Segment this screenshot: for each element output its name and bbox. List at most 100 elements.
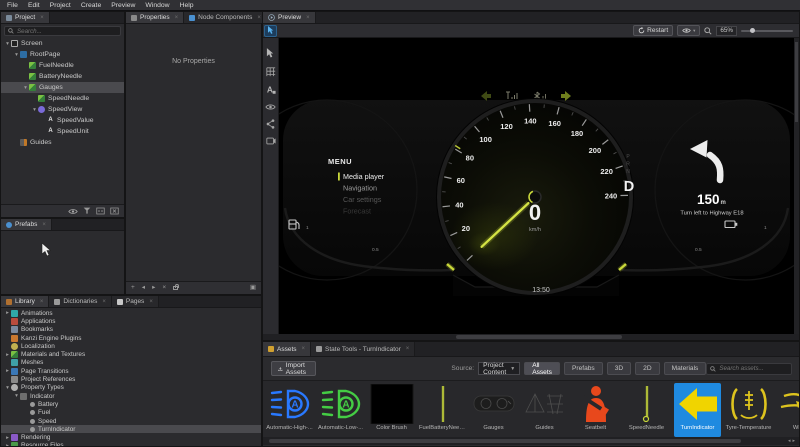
- asset-color-brush[interactable]: Color Brush: [368, 383, 415, 437]
- import-assets-button[interactable]: Import Assets: [271, 361, 316, 376]
- copy-properties-icon[interactable]: ▣: [250, 285, 256, 292]
- tab-node-components[interactable]: Node Components ×: [184, 12, 267, 23]
- expander-icon[interactable]: ▾: [31, 107, 38, 113]
- tab-pages[interactable]: Pages ×: [112, 296, 159, 307]
- expander-icon[interactable]: ▸: [4, 368, 11, 374]
- tree-item-speedneedle[interactable]: SpeedNeedle: [1, 93, 124, 104]
- tree-item-page-transitions[interactable]: ▸Page Transitions: [1, 367, 261, 375]
- close-icon[interactable]: ×: [175, 15, 179, 21]
- asset-wind[interactable]: Wind: [776, 383, 799, 437]
- close-icon[interactable]: ×: [149, 299, 153, 305]
- grid-tool-icon[interactable]: [266, 67, 276, 77]
- tree-item-guides[interactable]: Guides: [1, 137, 124, 148]
- zoom-slider-knob[interactable]: [750, 28, 755, 33]
- tree-item-resource-files[interactable]: ▸Resource Files: [1, 442, 261, 446]
- visibility-tool-icon[interactable]: [265, 103, 276, 111]
- filter-prefabs[interactable]: Prefabs: [564, 362, 603, 375]
- assets-search[interactable]: [706, 363, 792, 375]
- tree-item-meshes[interactable]: Meshes: [1, 359, 261, 367]
- visibility-button[interactable]: ▾: [677, 25, 700, 36]
- filter-2d[interactable]: 2D: [635, 362, 659, 375]
- group-icon[interactable]: [96, 207, 105, 215]
- prev-icon[interactable]: ◂: [142, 285, 145, 292]
- asset-speedneedle[interactable]: SpeedNeedle: [623, 383, 670, 437]
- eye-icon[interactable]: [68, 208, 78, 215]
- preview-vertical-scrollbar[interactable]: [794, 38, 799, 334]
- asset-turnindicator[interactable]: TurnIndicator: [674, 383, 721, 437]
- tab-project[interactable]: Project ×: [1, 12, 50, 23]
- filter-all-assets[interactable]: All Assets: [524, 362, 560, 375]
- interact-tool-button[interactable]: [264, 25, 277, 37]
- asset-tyre-temperature[interactable]: Tyre-Temperature: [725, 383, 772, 437]
- tab-properties[interactable]: Properties ×: [126, 12, 184, 23]
- expander-icon[interactable]: ▾: [13, 52, 20, 58]
- menu-edit[interactable]: Edit: [23, 2, 45, 9]
- close-icon[interactable]: ×: [306, 15, 310, 21]
- asset-gauges[interactable]: Gauges: [470, 383, 517, 437]
- assets-horizontal-scrollbar[interactable]: ◂▸: [263, 437, 799, 445]
- tree-item-project-references[interactable]: Project References: [1, 375, 261, 383]
- remove-icon[interactable]: ×: [162, 285, 166, 292]
- menu-help[interactable]: Help: [175, 2, 199, 9]
- scroll-arrows[interactable]: ◂▸: [788, 438, 797, 444]
- tree-item-rootpage[interactable]: ▾RootPage: [1, 49, 124, 60]
- tree-item-fuelneedle[interactable]: FuelNeedle: [1, 60, 124, 71]
- asset-automatic-high-[interactable]: AAutomatic-High-...: [266, 383, 313, 437]
- share-tool-icon[interactable]: [266, 119, 275, 129]
- tab-prefabs[interactable]: Prefabs ×: [1, 219, 52, 230]
- expander-icon[interactable]: ▸: [4, 435, 11, 441]
- tab-preview[interactable]: Preview ×: [263, 12, 316, 23]
- tab-dictionaries[interactable]: Dictionaries ×: [49, 296, 111, 307]
- expander-icon[interactable]: ▸: [4, 443, 11, 446]
- asset-automatic-low-[interactable]: AAutomatic-Low-...: [317, 383, 364, 437]
- expander-icon[interactable]: ▸: [4, 310, 11, 316]
- add-property-icon[interactable]: +: [131, 285, 135, 292]
- source-dropdown[interactable]: Project Content ▼: [478, 362, 520, 375]
- menu-window[interactable]: Window: [140, 2, 174, 9]
- tree-item-localization[interactable]: Localization: [1, 342, 261, 350]
- filter-3d[interactable]: 3D: [607, 362, 631, 375]
- text-tool-icon[interactable]: A: [266, 85, 276, 95]
- tree-item-applications[interactable]: Applications: [1, 317, 261, 325]
- search-input[interactable]: [17, 28, 117, 35]
- expander-icon[interactable]: ▾: [13, 393, 20, 399]
- tree-item-speedview[interactable]: ▾SpeedView: [1, 104, 124, 115]
- next-icon[interactable]: ▸: [152, 285, 155, 292]
- tab-state-tools[interactable]: State Tools - TurnIndicator ×: [311, 342, 415, 356]
- tree-item-turnindicator[interactable]: TurnIndicator: [1, 425, 261, 433]
- menu-file[interactable]: File: [2, 2, 23, 9]
- tree-item-battery[interactable]: Battery: [1, 400, 261, 408]
- close-icon[interactable]: ×: [42, 222, 46, 228]
- expander-icon[interactable]: ▾: [4, 41, 11, 47]
- tree-item-animations[interactable]: ▸Animations: [1, 309, 261, 317]
- tree-item-bookmarks[interactable]: Bookmarks: [1, 326, 261, 334]
- expander-icon[interactable]: ▸: [4, 352, 11, 358]
- tree-item-fuel[interactable]: Fuel: [1, 409, 261, 417]
- lock-icon[interactable]: [173, 286, 178, 290]
- menu-create[interactable]: Create: [76, 2, 106, 9]
- asset-guides[interactable]: Guides: [521, 383, 568, 437]
- menu-preview[interactable]: Preview: [106, 2, 140, 9]
- tree-item-rendering[interactable]: ▸Rendering: [1, 433, 261, 441]
- menu-project[interactable]: Project: [45, 2, 76, 9]
- zoom-level-value[interactable]: 65%: [716, 26, 737, 36]
- close-icon[interactable]: ×: [302, 346, 306, 352]
- close-icon[interactable]: ×: [40, 299, 44, 305]
- select-tool-icon[interactable]: [266, 48, 275, 59]
- close-icon[interactable]: ×: [257, 15, 261, 21]
- tree-item-speedunit[interactable]: ASpeedUnit: [1, 126, 124, 137]
- camera-tool-icon[interactable]: [266, 137, 276, 145]
- assets-search-input[interactable]: [719, 365, 788, 372]
- tree-item-indicator[interactable]: ▾Indicator: [1, 392, 261, 400]
- asset-fuelbatteryneedle[interactable]: FuelBatteryNeedle: [419, 383, 466, 437]
- tree-item-kanzi-engine-plugins[interactable]: Kanzi Engine Plugins: [1, 334, 261, 342]
- tree-item-gauges[interactable]: ▾Gauges: [1, 82, 124, 93]
- tab-assets[interactable]: Assets ×: [263, 342, 311, 356]
- tab-library[interactable]: Library ×: [1, 296, 49, 307]
- filter-materials[interactable]: Materials: [664, 362, 707, 375]
- tree-item-speed[interactable]: Speed: [1, 417, 261, 425]
- preview-horizontal-scrollbar[interactable]: [263, 334, 799, 340]
- close-icon[interactable]: ×: [102, 299, 106, 305]
- asset-seatbelt[interactable]: Seatbelt: [572, 383, 619, 437]
- close-icon[interactable]: ×: [40, 15, 44, 21]
